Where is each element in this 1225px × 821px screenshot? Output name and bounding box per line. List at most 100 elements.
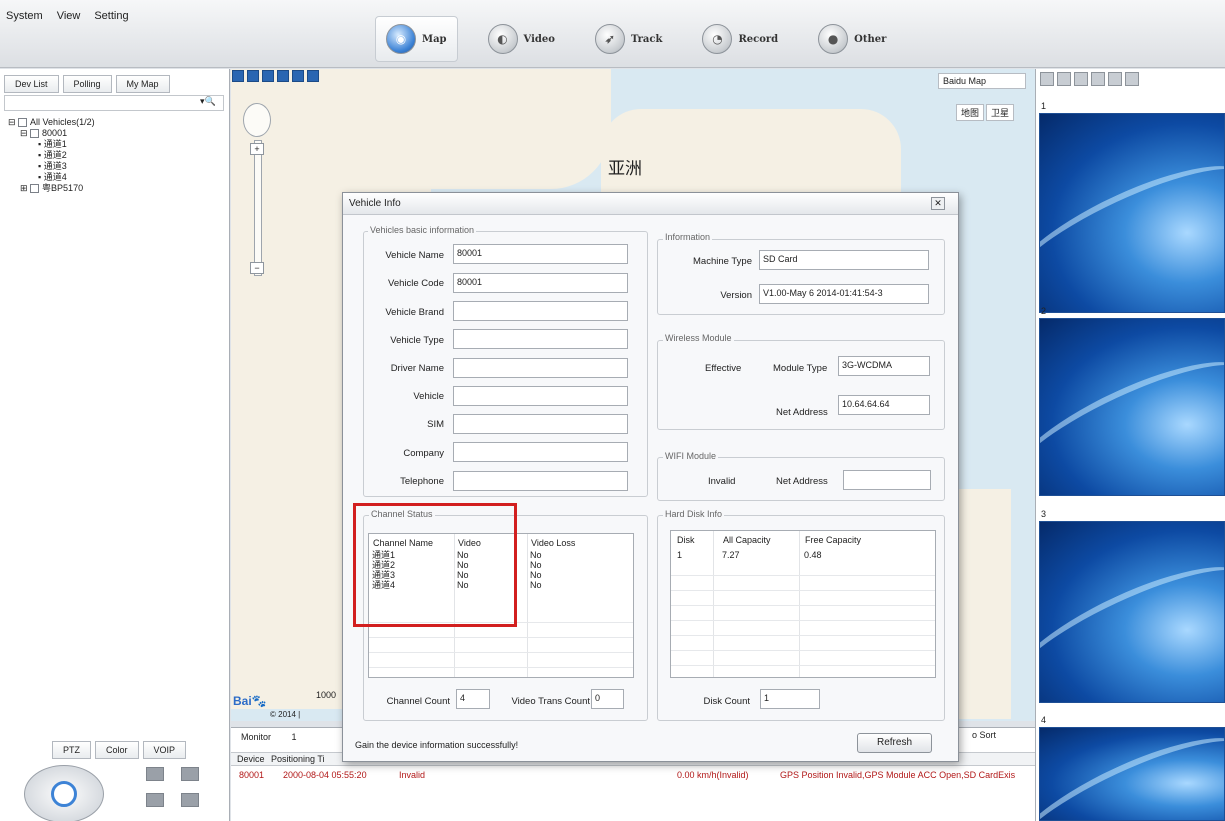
sim-field[interactable] [453, 414, 628, 434]
vehicle-field[interactable] [453, 386, 628, 406]
video-window-4[interactable] [1039, 727, 1225, 821]
stop-icon[interactable] [247, 70, 259, 82]
checkbox-icon[interactable] [30, 184, 40, 194]
vehicle-brand-field[interactable] [453, 301, 628, 321]
channel-count-label: Channel Count [386, 696, 450, 707]
all-capacity-cell: 7.27 [722, 550, 740, 560]
video-tool-icon[interactable] [1074, 72, 1088, 86]
machine-type-field[interactable]: SD Card [759, 250, 929, 270]
video-window-3[interactable] [1039, 521, 1225, 703]
nav-record-button[interactable]: ◔ Record [692, 16, 788, 62]
hard-disk-table[interactable]: Disk All Capacity Free Capacity [670, 530, 936, 678]
module-type-field[interactable]: 3G-WCDMA [838, 356, 930, 376]
channel-count-field[interactable]: 4 [456, 689, 490, 709]
video-tool-icon[interactable] [1040, 72, 1054, 86]
video-slot-number: 3 [1041, 509, 1047, 519]
net-address-label: Net Address [776, 407, 828, 418]
video-tool-icon[interactable] [1125, 72, 1139, 86]
wifi-net-address-field[interactable] [843, 470, 931, 490]
zoom-in-icon[interactable] [146, 767, 164, 781]
nav-video-label: Video [523, 33, 555, 45]
tab-my-map[interactable]: My Map [115, 75, 170, 93]
col-device[interactable]: Device [237, 754, 265, 764]
search-icon[interactable]: ▾🔍 [200, 96, 216, 107]
tab-dev-list[interactable]: Dev List [4, 75, 59, 93]
video-loss-cell: No [530, 570, 542, 580]
map-toolbar [232, 70, 319, 82]
map-zoom-in-button[interactable]: + [250, 143, 264, 155]
field-label: SIM [427, 419, 444, 430]
vehicle-type-field[interactable] [453, 329, 628, 349]
map-type-select[interactable]: Baidu Map [938, 73, 1026, 89]
driver-name-field[interactable] [453, 358, 628, 378]
module-nav: ◉ Map ◐ Video ➶ Track ◔ Record ● Other [375, 16, 896, 62]
disk-count-field[interactable]: 1 [760, 689, 820, 709]
map-zoom-slider[interactable] [254, 140, 262, 276]
nav-video-button[interactable]: ◐ Video [478, 16, 565, 62]
wifi-net-address-label: Net Address [776, 476, 828, 487]
map-zoom-out-button[interactable]: − [250, 262, 264, 274]
ptz-center-button[interactable] [51, 781, 77, 807]
col-positioning-time[interactable]: Positioning Ti [271, 754, 325, 764]
net-address-field[interactable]: 10.64.64.64 [838, 395, 930, 415]
menu-system[interactable]: System [6, 10, 43, 22]
hard-disk-legend: Hard Disk Info [663, 509, 725, 519]
menu-setting[interactable]: Setting [94, 10, 128, 22]
free-capacity-cell: 0.48 [804, 550, 822, 560]
tab-ptz[interactable]: PTZ [52, 741, 91, 759]
vehicle-code-field[interactable]: 80001 [453, 273, 628, 293]
sort-label[interactable]: o Sort [972, 730, 996, 740]
version-label: Version [720, 290, 752, 301]
telephone-field[interactable] [453, 471, 628, 491]
video-trans-count-label: Video Trans Count [511, 696, 590, 707]
disk-count-label: Disk Count [703, 696, 750, 707]
checkbox-icon[interactable] [18, 118, 28, 128]
tab-polling[interactable]: Polling [62, 75, 112, 93]
field-label: Company [403, 448, 444, 459]
checkbox-icon[interactable] [30, 129, 40, 139]
fullscreen-icon[interactable] [292, 70, 304, 82]
company-field[interactable] [453, 442, 628, 462]
zoom-out-icon[interactable] [181, 767, 199, 781]
map-pan-control[interactable] [243, 103, 271, 137]
tab-color[interactable]: Color [95, 741, 139, 759]
wireless-legend: Wireless Module [663, 333, 734, 343]
zoom-icon[interactable] [277, 70, 289, 82]
map-view-button[interactable]: 地图 [956, 104, 985, 121]
focus-in-icon[interactable] [146, 793, 164, 807]
video-trans-count-field[interactable]: 0 [591, 689, 624, 709]
device-search-input[interactable] [4, 95, 224, 111]
monitor-label: Monitor [241, 732, 272, 742]
satellite-view-button[interactable]: 卫星 [986, 104, 1015, 121]
focus-out-icon[interactable] [181, 793, 199, 807]
version-field[interactable]: V1.00-May 6 2014-01:41:54-3 [759, 284, 929, 304]
tree-root[interactable]: ⊟ All Vehicles(1/2) [8, 117, 95, 128]
nav-map-button[interactable]: ◉ Map [375, 16, 458, 62]
flag-icon[interactable] [232, 70, 244, 82]
field-label: Vehicle [413, 391, 444, 402]
video-tool-icon[interactable] [1057, 72, 1071, 86]
tree-channel[interactable]: ▪ 通道3 [8, 161, 95, 172]
tree-channel[interactable]: ▪ 通道1 [8, 139, 95, 150]
monitor-header: Monitor 1 [241, 732, 297, 742]
close-icon[interactable]: ✕ [931, 197, 945, 210]
tab-voip[interactable]: VOIP [142, 741, 187, 759]
tree-channel[interactable]: ▪ 通道2 [8, 150, 95, 161]
menu-view[interactable]: View [57, 10, 81, 22]
globe-icon: ◉ [386, 24, 416, 54]
nav-track-button[interactable]: ➶ Track [585, 16, 672, 62]
video-tool-icon[interactable] [1108, 72, 1122, 86]
tree-channel[interactable]: ▪ 通道4 [8, 172, 95, 183]
video-window-2[interactable] [1039, 318, 1225, 496]
nav-other-button[interactable]: ● Other [808, 16, 896, 62]
vehicle-name-field[interactable]: 80001 [453, 244, 628, 264]
video-window-1[interactable] [1039, 113, 1225, 313]
refresh-button[interactable]: Refresh [857, 733, 932, 753]
tree-vehicle-2[interactable]: ⊞ 粤BP5170 [8, 183, 95, 194]
tree-vehicle-80001[interactable]: ⊟ 80001 [8, 128, 95, 139]
save-icon[interactable] [307, 70, 319, 82]
video-tool-icon[interactable] [1091, 72, 1105, 86]
map-region-label: 亚洲 [608, 159, 642, 178]
record-icon: ◔ [702, 24, 733, 54]
measure-icon[interactable] [262, 70, 274, 82]
